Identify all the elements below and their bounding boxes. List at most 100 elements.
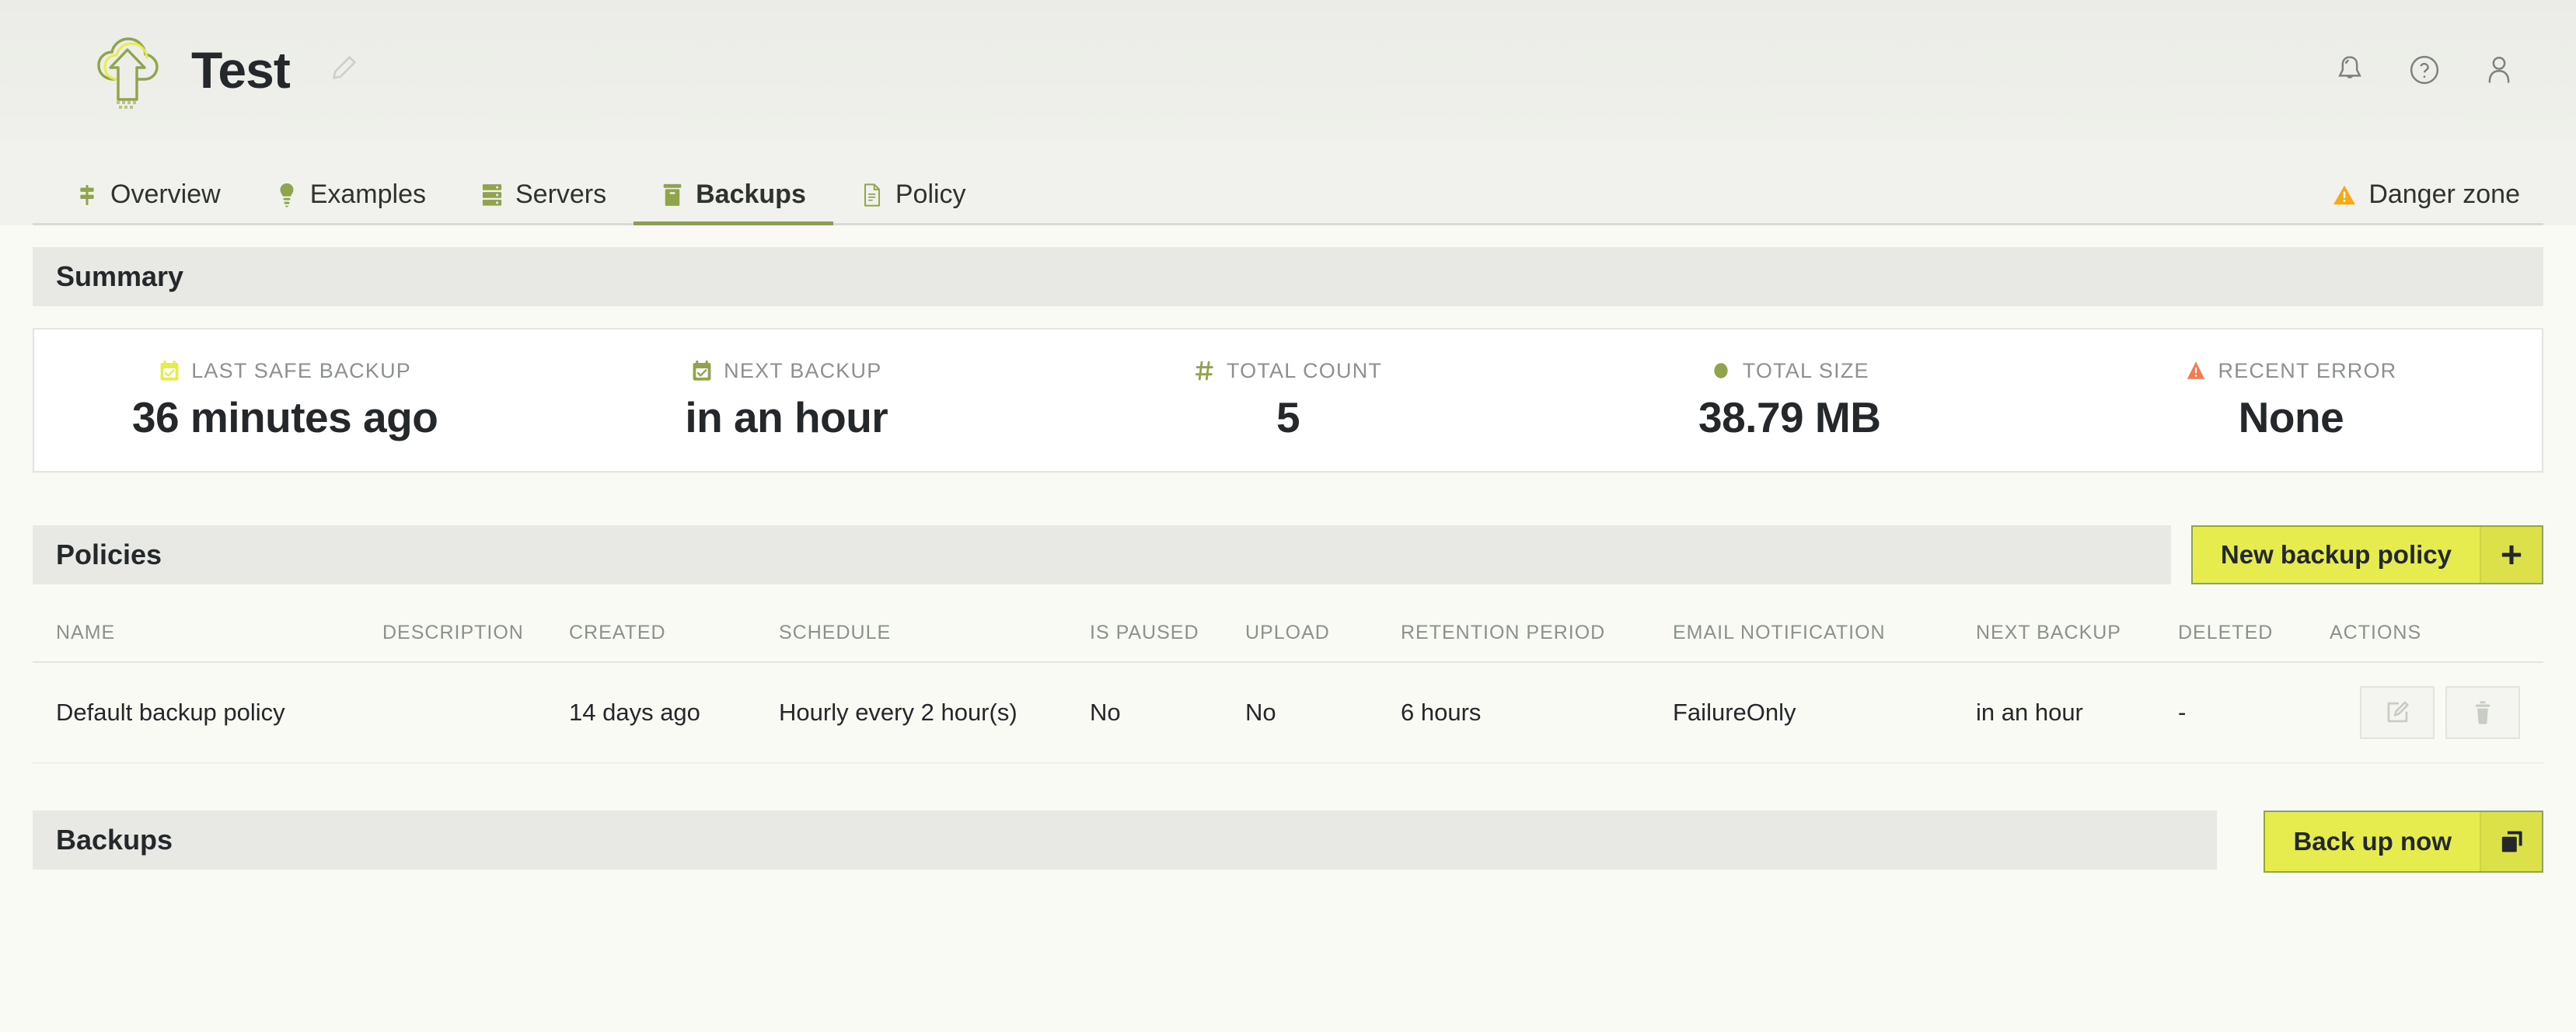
metric-value: 38.79 MB	[1698, 392, 1880, 442]
cell-upload: No	[1245, 662, 1401, 763]
dashboard-icon	[75, 181, 99, 209]
cell-deleted: -	[2178, 662, 2330, 763]
metric-label-text: LAST SAFE BACKUP	[191, 359, 411, 383]
metric-value: 5	[1276, 392, 1300, 442]
metric-recent-error: RECENT ERROR None	[2040, 359, 2542, 442]
danger-zone-link[interactable]: Danger zone	[2333, 180, 2528, 225]
summary-card: LAST SAFE BACKUP 36 minutes ago NEXT BAC…	[33, 328, 2543, 472]
new-backup-policy-button[interactable]: New backup policy	[2191, 525, 2543, 584]
new-backup-policy-label: New backup policy	[2193, 527, 2480, 583]
metric-last-safe-backup: LAST SAFE BACKUP 36 minutes ago	[34, 359, 536, 442]
policies-table: NAME DESCRIPTION CREATED SCHEDULE IS PAU…	[33, 608, 2543, 764]
cell-is-paused: No	[1090, 662, 1245, 763]
pencil-icon[interactable]	[329, 52, 360, 88]
metric-label-text: NEXT BACKUP	[724, 359, 881, 383]
circle-icon	[1710, 359, 1732, 382]
column-header-actions: ACTIONS	[2330, 608, 2543, 662]
calendar-check-icon	[691, 359, 713, 382]
user-account-icon[interactable]	[2480, 51, 2518, 89]
brand: Test	[86, 28, 360, 112]
policies-title: Policies	[56, 539, 162, 571]
archive-box-icon	[661, 181, 684, 209]
policies-table-head: NAME DESCRIPTION CREATED SCHEDULE IS PAU…	[33, 608, 2543, 662]
metric-label: RECENT ERROR	[2185, 359, 2396, 383]
header-actions	[2330, 51, 2529, 89]
backups-title: Backups	[56, 824, 173, 856]
metric-value: 36 minutes ago	[132, 392, 438, 442]
document-icon	[860, 181, 884, 209]
metric-value: in an hour	[685, 392, 888, 442]
cell-schedule: Hourly every 2 hour(s)	[779, 662, 1090, 763]
tab-label: Backups	[696, 180, 806, 210]
metric-next-backup: NEXT BACKUP in an hour	[536, 359, 1037, 442]
cell-created: 14 days ago	[569, 662, 779, 763]
server-icon	[480, 181, 504, 209]
app-header: Test	[0, 0, 2576, 140]
tab-label: Servers	[515, 180, 606, 210]
edit-policy-button[interactable]	[2360, 686, 2435, 739]
metric-label: TOTAL COUNT	[1194, 359, 1382, 383]
tab-policy[interactable]: Policy	[833, 180, 993, 225]
warning-triangle-icon	[2185, 359, 2207, 382]
main-content: Summary LAST SAFE BACKUP 36 minutes ago	[0, 247, 2576, 873]
cell-name: Default backup policy	[33, 662, 382, 763]
plus-icon	[2481, 527, 2542, 583]
cell-actions	[2330, 662, 2543, 763]
column-header-next-backup: NEXT BACKUP	[1976, 608, 2178, 662]
policies-table-body: Default backup policy 14 days ago Hourly…	[33, 662, 2543, 763]
tab-label: Policy	[895, 180, 966, 210]
column-header-upload: UPLOAD	[1245, 608, 1401, 662]
tab-backups[interactable]: Backups	[634, 180, 833, 225]
tab-label: Overview	[110, 180, 221, 210]
column-header-description: DESCRIPTION	[382, 608, 569, 662]
back-up-now-label: Back up now	[2265, 812, 2480, 871]
metric-label-text: RECENT ERROR	[2218, 359, 2396, 383]
summary-title: Summary	[56, 260, 183, 293]
notifications-icon[interactable]	[2330, 51, 2369, 89]
cell-retention-period: 6 hours	[1401, 662, 1673, 763]
page-title: Test	[191, 44, 290, 96]
metric-label: TOTAL SIZE	[1710, 359, 1869, 383]
summary-section-header: Summary	[33, 247, 2543, 306]
column-header-email-notification: EMAIL NOTIFICATION	[1673, 608, 1976, 662]
help-icon[interactable]	[2405, 51, 2444, 89]
delete-policy-button[interactable]	[2445, 686, 2520, 739]
lightbulb-icon	[275, 181, 298, 209]
cell-next-backup: in an hour	[1976, 662, 2178, 763]
table-row: Default backup policy 14 days ago Hourly…	[33, 662, 2543, 763]
column-header-deleted: DELETED	[2178, 608, 2330, 662]
copy-icon	[2481, 812, 2542, 871]
column-header-is-paused: IS PAUSED	[1090, 608, 1245, 662]
tab-list: Overview Examples	[48, 180, 993, 225]
metric-label: LAST SAFE BACKUP	[159, 359, 411, 383]
policies-section-header: Policies	[33, 525, 2171, 584]
danger-zone-label: Danger zone	[2368, 180, 2520, 210]
tab-overview[interactable]: Overview	[48, 180, 248, 225]
metric-total-count: TOTAL COUNT 5	[1037, 359, 1538, 442]
metric-label-text: TOTAL COUNT	[1227, 359, 1382, 383]
tab-examples[interactable]: Examples	[248, 180, 453, 225]
column-header-name: NAME	[33, 608, 382, 662]
tab-label: Examples	[310, 180, 426, 210]
hash-icon	[1194, 359, 1216, 382]
calendar-check-icon	[159, 359, 180, 382]
warning-triangle-icon	[2333, 181, 2356, 209]
backups-section-header: Backups	[33, 811, 2217, 870]
column-header-schedule: SCHEDULE	[779, 608, 1090, 662]
column-header-created: CREATED	[569, 608, 779, 662]
metric-total-size: TOTAL SIZE 38.79 MB	[1539, 359, 2040, 442]
metric-label-text: TOTAL SIZE	[1743, 359, 1869, 383]
tab-servers[interactable]: Servers	[453, 180, 634, 225]
metric-label: NEXT BACKUP	[691, 359, 881, 383]
policies-section-header-row: Policies New backup policy	[33, 525, 2543, 584]
back-up-now-button[interactable]: Back up now	[2264, 811, 2543, 873]
row-action-buttons	[2360, 686, 2520, 739]
cell-email-notification: FailureOnly	[1673, 662, 1976, 763]
cell-description	[382, 662, 569, 763]
metric-value: None	[2239, 392, 2344, 442]
table-header-row: NAME DESCRIPTION CREATED SCHEDULE IS PAU…	[33, 608, 2543, 662]
backups-section-header-row: Backups Back up now	[33, 811, 2543, 873]
cloud-upload-icon	[86, 28, 169, 112]
main-tabbar: Overview Examples	[0, 140, 2576, 225]
column-header-retention-period: RETENTION PERIOD	[1401, 608, 1673, 662]
